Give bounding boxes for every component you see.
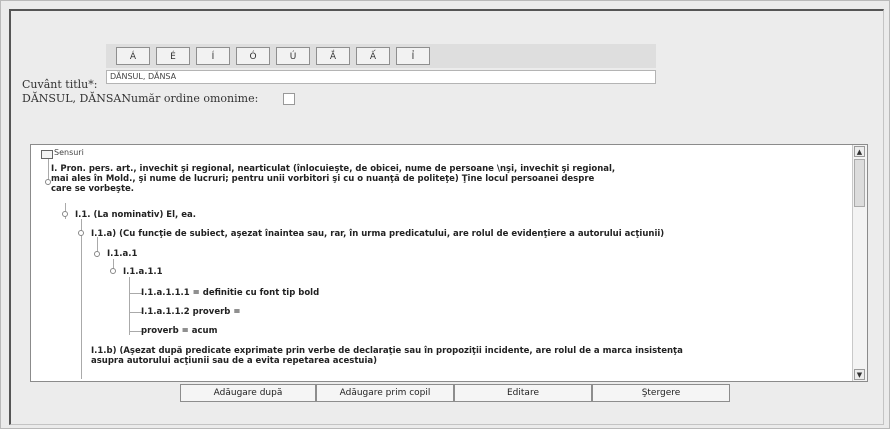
tree-node-line: care se vorbeşte. [51, 184, 135, 194]
tree-node[interactable]: I.1.a.1.1.1 = definitie cu font tip bold [141, 288, 319, 298]
diacritic-button[interactable]: Í [196, 47, 230, 65]
tree-node[interactable]: I.1.a.1.1 [123, 267, 163, 277]
tree-node[interactable]: I. Pron. pers. art., invechit şi regiona… [51, 164, 615, 194]
tree-node[interactable]: I.1.b) (Aşezat după predicate exprimate … [91, 346, 683, 366]
tree-node[interactable]: I.1.a.1.1.2 proverb = [141, 307, 240, 317]
tree-connector [81, 219, 82, 379]
tree-node-line: I.1.a.1.1.2 proverb = [141, 307, 241, 317]
tree-node-line: I.1.b) (Aşezat după predicate exprimate … [91, 346, 683, 356]
senses-tree-panel: Sensuri I. Pron. pers. art., invechit şi… [30, 144, 868, 382]
add-after-button[interactable]: Adăugare după [180, 384, 316, 402]
scroll-down-icon[interactable]: ▼ [854, 369, 865, 380]
senses-tree: Sensuri I. Pron. pers. art., invechit şi… [31, 145, 851, 381]
diacritic-button[interactable]: Ỉ [396, 47, 430, 65]
tree-node[interactable]: I.1.a) (Cu funcţie de subiect, aşezat în… [91, 229, 664, 239]
title-echo: DĂNSUL, DĂNSA [22, 92, 122, 105]
tree-node-line: I.1.a.1 [107, 249, 138, 259]
title-input[interactable]: DĂNSUL, DĂNSA [106, 70, 656, 84]
delete-button[interactable]: Ştergere [592, 384, 730, 402]
scroll-up-icon[interactable]: ▲ [854, 146, 865, 157]
diacritic-button[interactable]: Ó [236, 47, 270, 65]
tree-node[interactable]: proverb = acum [141, 326, 217, 336]
tree-node[interactable]: I.1.a.1 [107, 249, 137, 259]
tree-node-line: I.1.a.1.1.1 = definitie cu font tip bold [141, 288, 320, 298]
tree-node-line: I.1.a.1.1 [123, 267, 163, 277]
diacritics-toolbar: Á É Í Ó Ú Ắ Ấ Ỉ [106, 44, 656, 68]
tree-node-line: asupra autorului acţiunii sau de a evita… [91, 356, 378, 366]
edit-button[interactable]: Editare [454, 384, 592, 402]
tree-toggle-icon[interactable] [110, 268, 116, 274]
add-first-child-button[interactable]: Adăugare prim copil [316, 384, 454, 402]
tree-node-line: proverb = acum [141, 326, 218, 336]
tree-toggle-icon[interactable] [62, 211, 68, 217]
diacritic-button[interactable]: Ú [276, 47, 310, 65]
tree-root-label[interactable]: Sensuri [54, 148, 84, 157]
homonym-row: DĂNSUL, DĂNSANumăr ordine omonime: [22, 92, 258, 105]
diacritic-button[interactable]: Ắ [316, 47, 350, 65]
title-label: Cuvânt titlu*: [22, 78, 98, 91]
tree-node-line: I.1.a) (Cu funcţie de subiect, aşezat în… [91, 229, 665, 239]
scrollbar-thumb[interactable] [854, 159, 865, 207]
tree-node[interactable]: I.1. (La nominativ) El, ea. [75, 210, 196, 220]
homonym-number-input[interactable] [283, 93, 295, 105]
diacritic-button[interactable]: É [156, 47, 190, 65]
folder-icon [41, 150, 53, 159]
vertical-scrollbar[interactable]: ▲ ▼ [852, 145, 867, 381]
diacritic-button[interactable]: Ấ [356, 47, 390, 65]
tree-connector [129, 277, 130, 335]
tree-toggle-icon[interactable] [94, 251, 100, 257]
tree-node-line: I. Pron. pers. art., invechit şi regiona… [51, 164, 616, 174]
diacritic-button[interactable]: Á [116, 47, 150, 65]
tree-node-line: I.1. (La nominativ) El, ea. [75, 210, 196, 220]
tree-node-line: mai ales în Mold., şi nume de lucruri; p… [51, 174, 595, 184]
homonym-label: Număr ordine omonime: [121, 92, 259, 105]
tree-toggle-icon[interactable] [78, 230, 84, 236]
